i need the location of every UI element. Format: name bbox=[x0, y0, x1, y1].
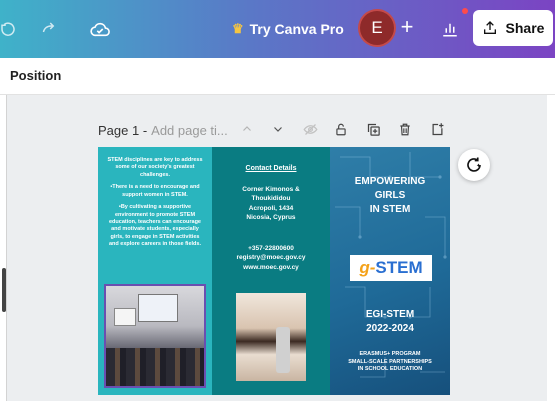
project-line: EGI-STEM bbox=[365, 309, 415, 320]
heading-line: GIRLS bbox=[374, 190, 406, 201]
girl-microscope-photo[interactable] bbox=[236, 293, 306, 381]
program-line: ERASMUS+ PROGRAM bbox=[359, 351, 421, 357]
hide-icon[interactable] bbox=[302, 121, 318, 137]
project-title: EGI-STEM 2022-2024 bbox=[330, 308, 450, 335]
try-canva-pro-button[interactable]: ♛ Try Canva Pro bbox=[232, 17, 344, 41]
page-title-input[interactable]: Add page ti... bbox=[151, 123, 228, 138]
website: www.moec.gov.cy bbox=[243, 263, 299, 271]
position-label: Position bbox=[10, 68, 62, 83]
share-icon bbox=[483, 21, 496, 34]
intro-paragraph: STEM disciplines are key to address some… bbox=[107, 157, 203, 178]
intro-paragraph: •By cultivating a supportive environment… bbox=[108, 204, 201, 248]
brochure-panel-right[interactable]: EMPOWERING GIRLS IN STEM g - STEM EGI-STEM… bbox=[330, 147, 450, 395]
heading-line: EMPOWERING bbox=[354, 176, 426, 187]
logo-prefix: g bbox=[359, 258, 370, 277]
address-line: Corner Kimonos & bbox=[242, 186, 300, 193]
microscope bbox=[276, 327, 290, 373]
program-line: SMALL-SCALE PARTNERSHIPS bbox=[348, 358, 432, 365]
share-button[interactable]: Share bbox=[473, 10, 553, 46]
redo-icon[interactable] bbox=[36, 17, 60, 41]
address-block: Corner Kimonos & Thoukididou Acropoli, 1… bbox=[212, 185, 330, 223]
page-label: Page 1 - bbox=[98, 122, 148, 138]
intro-text[interactable]: STEM disciplines are key to address some… bbox=[106, 157, 204, 254]
empowering-girls-heading: EMPOWERING GIRLS IN STEM bbox=[330, 175, 450, 217]
heading-line: IN STEM bbox=[369, 204, 411, 215]
contact-block: +357-22800600 registry@moec.gov.cy www.m… bbox=[212, 244, 330, 272]
delete-icon[interactable] bbox=[397, 121, 413, 137]
crown-icon: ♛ bbox=[232, 21, 244, 36]
add-collaborator-icon[interactable]: + bbox=[397, 14, 417, 40]
brochure-panel-left[interactable]: STEM disciplines are key to address some… bbox=[98, 147, 212, 395]
avatar[interactable]: E bbox=[360, 11, 394, 45]
address-line: Thoukididou bbox=[251, 195, 291, 203]
refresh-ai-button[interactable] bbox=[458, 149, 490, 181]
chevron-up-icon[interactable] bbox=[239, 121, 255, 137]
notification-dot bbox=[462, 8, 468, 14]
right-panel-edge bbox=[548, 95, 555, 401]
address-line: Acropoli, 1434 bbox=[248, 204, 294, 212]
address-line: Nicosia, Cyprus bbox=[246, 214, 296, 222]
intro-paragraph: •There is a need to encourage and suppor… bbox=[110, 184, 200, 198]
phone-number: +357-22800600 bbox=[248, 245, 294, 252]
page-header: Page 1 - Add page ti... bbox=[98, 121, 228, 139]
side-screen bbox=[114, 308, 136, 326]
brochure-panel-middle[interactable]: Contact Details Corner Kimonos & Thoukid… bbox=[212, 147, 330, 395]
classroom-photo[interactable] bbox=[104, 284, 206, 388]
chevron-down-icon[interactable] bbox=[270, 121, 286, 137]
try-pro-label: Try Canva Pro bbox=[249, 21, 344, 37]
program-text: ERASMUS+ PROGRAM SMALL-SCALE PARTNERSHIP… bbox=[330, 351, 450, 374]
insights-icon[interactable] bbox=[438, 17, 462, 41]
lock-icon[interactable] bbox=[333, 121, 349, 137]
contact-heading: Contact Details bbox=[245, 165, 297, 172]
program-line: IN SCHOOL EDUCATION bbox=[357, 366, 423, 373]
editor-topbar: ♛ Try Canva Pro E + Share bbox=[0, 0, 555, 58]
refresh-sparkle-icon bbox=[467, 157, 481, 172]
brochure-page[interactable]: STEM disciplines are key to address some… bbox=[98, 147, 450, 395]
share-label: Share bbox=[505, 20, 545, 36]
undo-icon[interactable] bbox=[0, 17, 20, 41]
g-stem-logo[interactable]: g - STEM bbox=[350, 255, 432, 281]
cloud-saved-icon[interactable] bbox=[88, 17, 112, 41]
audience bbox=[106, 348, 204, 386]
projector-screen bbox=[138, 294, 178, 322]
add-page-icon[interactable] bbox=[429, 121, 445, 137]
panel-resize-handle[interactable] bbox=[2, 268, 6, 312]
project-line: 2022-2024 bbox=[366, 322, 414, 334]
position-panel-header: Position bbox=[0, 58, 555, 95]
logo-stem: STEM bbox=[375, 258, 423, 277]
left-panel-edge bbox=[0, 95, 7, 401]
email-address: registry@moec.gov.cy bbox=[236, 254, 306, 262]
duplicate-icon[interactable] bbox=[365, 121, 381, 137]
